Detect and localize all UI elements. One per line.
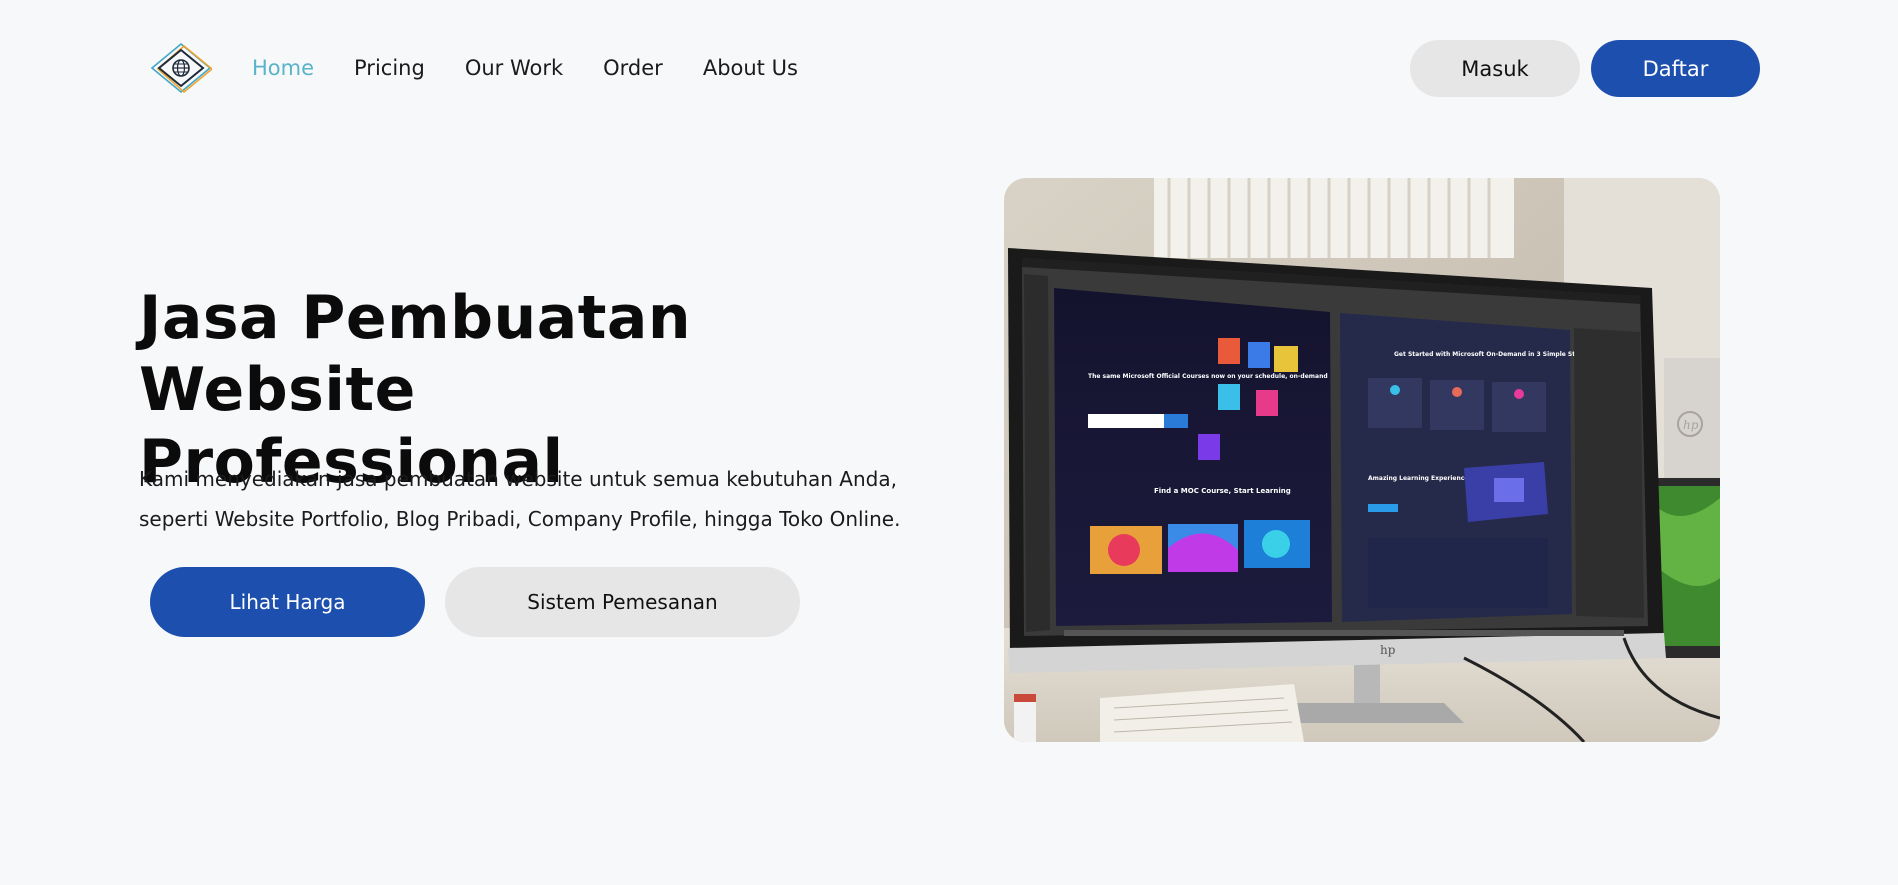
nav-link-our-work[interactable]: Our Work: [465, 54, 563, 82]
nav-link-home[interactable]: Home: [252, 54, 314, 82]
hero-description: Kami menyediakan jasa pembuatan website …: [139, 459, 959, 539]
screen-feature-label: Amazing Learning Experience: [1368, 475, 1468, 482]
hero-description-line-1: Kami menyediakan jasa pembuatan website …: [139, 467, 897, 491]
monitor-brand-label: hp: [1380, 643, 1396, 657]
nav-link-pricing[interactable]: Pricing: [354, 54, 425, 82]
screen-subheading-left: Find a MOC Course, Start Learning: [1154, 487, 1291, 495]
hero-description-line-2: seperti Website Portfolio, Blog Pribadi,…: [139, 507, 901, 531]
login-button[interactable]: Masuk: [1410, 40, 1580, 97]
screen-subheading-right: Get Started with Microsoft On-Demand in …: [1394, 351, 1587, 358]
order-system-button[interactable]: Sistem Pemesanan: [445, 567, 800, 637]
nav-link-about-us[interactable]: About Us: [703, 54, 798, 82]
hero-image: hp The same Microsoft Official Courses n…: [1004, 178, 1720, 742]
nav-link-order[interactable]: Order: [603, 54, 663, 82]
screen-headline: The same Microsoft Official Courses now …: [1088, 373, 1328, 380]
window-blinds: [1154, 178, 1514, 258]
register-button[interactable]: Daftar: [1591, 40, 1760, 97]
screen-headline-text: The same Microsoft Official Courses now …: [1088, 373, 1328, 380]
main-nav: Home Pricing Our Work Order About Us: [252, 54, 798, 82]
svg-text:hp: hp: [1683, 418, 1699, 432]
view-pricing-button[interactable]: Lihat Harga: [150, 567, 425, 637]
hero-title-line-1: Jasa Pembuatan Website: [139, 283, 692, 425]
globe-diamond-logo-icon[interactable]: [150, 42, 214, 94]
site-header: Home Pricing Our Work Order About Us Mas…: [0, 0, 1898, 136]
